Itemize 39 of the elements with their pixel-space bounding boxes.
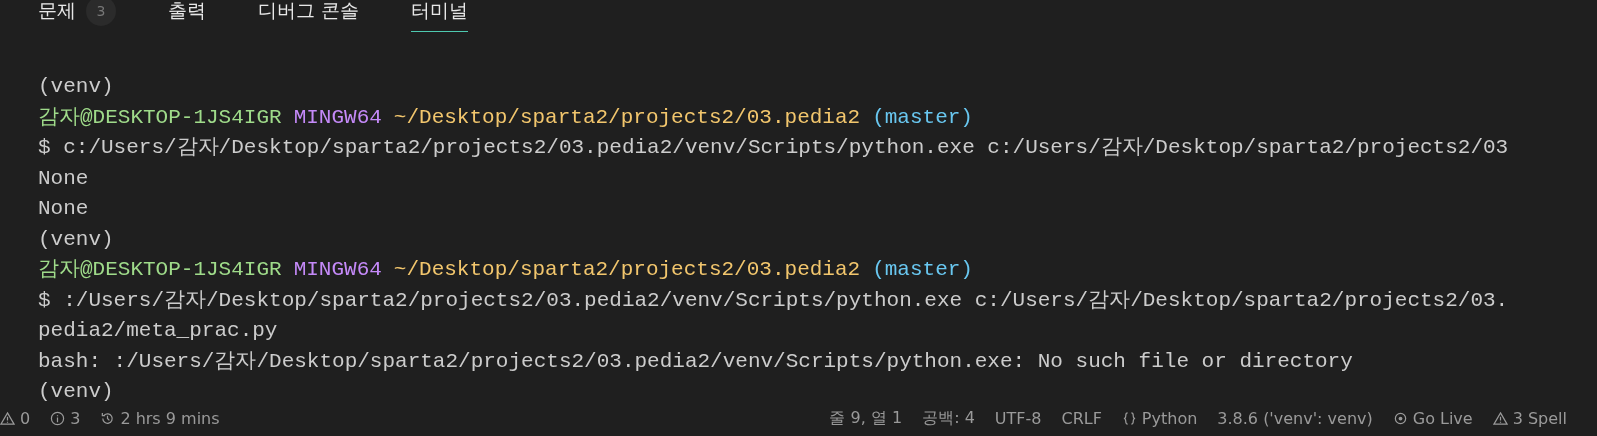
panel-tab[interactable]: 디버그 콘솔: [258, 0, 360, 32]
terminal-line: (venv): [38, 379, 114, 405]
status-item[interactable]: Python: [1141, 409, 1198, 428]
status-item[interactable]: 줄 9, 열 1: [829, 408, 903, 429]
status-item[interactable]: Go Live: [1412, 409, 1473, 428]
terminal-line: $ c:/Users/감자/Desktop/sparta2/projects2/03.pedia2/venv/Scripts/python.exe c:/Users/감자/Desktop/sparta2/projects2/03: [38, 135, 1509, 161]
status-item[interactable]: 공백: 4: [922, 408, 975, 429]
prompt-branch: (master): [872, 257, 973, 283]
terminal-line: (venv): [38, 74, 114, 100]
prompt-path: ~/Desktop/sparta2/projects2/03.pedia2: [393, 104, 861, 131]
warning-icon: [0, 411, 15, 426]
history-icon: [100, 411, 116, 426]
info-icon: [50, 411, 66, 426]
prompt-user: 감자@DESKTOP-1JS4IGR: [38, 257, 282, 283]
panel-tab[interactable]: 터미널: [411, 0, 469, 32]
prompt-user: 감자@DESKTOP-1JS4IGR: [38, 104, 282, 131]
prompt-branch: (master): [872, 104, 973, 131]
terminal-line: (venv): [38, 226, 114, 253]
terminal-line: pedia2/meta_prac.py: [38, 318, 278, 344]
panel-tab[interactable]: 문제 3: [38, 0, 116, 32]
broadcast-icon: [1392, 411, 1408, 426]
status-item[interactable]: CRLF: [1061, 409, 1102, 428]
terminal-line: bash: :/Users/감자/Desktop/sparta2/projects2/03.pedia2/venv/Scripts/python.exe: No such file or directory: [38, 348, 1353, 375]
prompt-path: ~/Desktop/sparta2/projects2/03.pedia2: [393, 257, 861, 283]
braces-icon: [1121, 411, 1137, 426]
status-item[interactable]: 3.8.6 ('venv': venv): [1217, 409, 1373, 428]
status-item[interactable]: 3 Spell: [1512, 409, 1567, 428]
status-item[interactable]: UTF-8: [994, 409, 1042, 428]
count-badge: 3: [86, 0, 116, 26]
panel-tab[interactable]: 출력: [168, 0, 206, 32]
warning-icon: [1492, 411, 1508, 426]
terminal-line: $ :/Users/감자/Desktop/sparta2/projects2/03.pedia2/venv/Scripts/python.exe c:/Users/감자/Desktop/sparta2/projects2/03.: [38, 287, 1509, 314]
prompt-shell: MINGW64: [293, 257, 382, 283]
prompt-shell: MINGW64: [293, 104, 382, 131]
terminal-line: None: [38, 196, 89, 222]
status-item[interactable]: 2 hrs 9 mins: [120, 409, 220, 428]
status-item[interactable]: 3: [70, 409, 81, 428]
terminal-line: None: [38, 165, 89, 192]
status-item[interactable]: 0: [20, 409, 31, 428]
